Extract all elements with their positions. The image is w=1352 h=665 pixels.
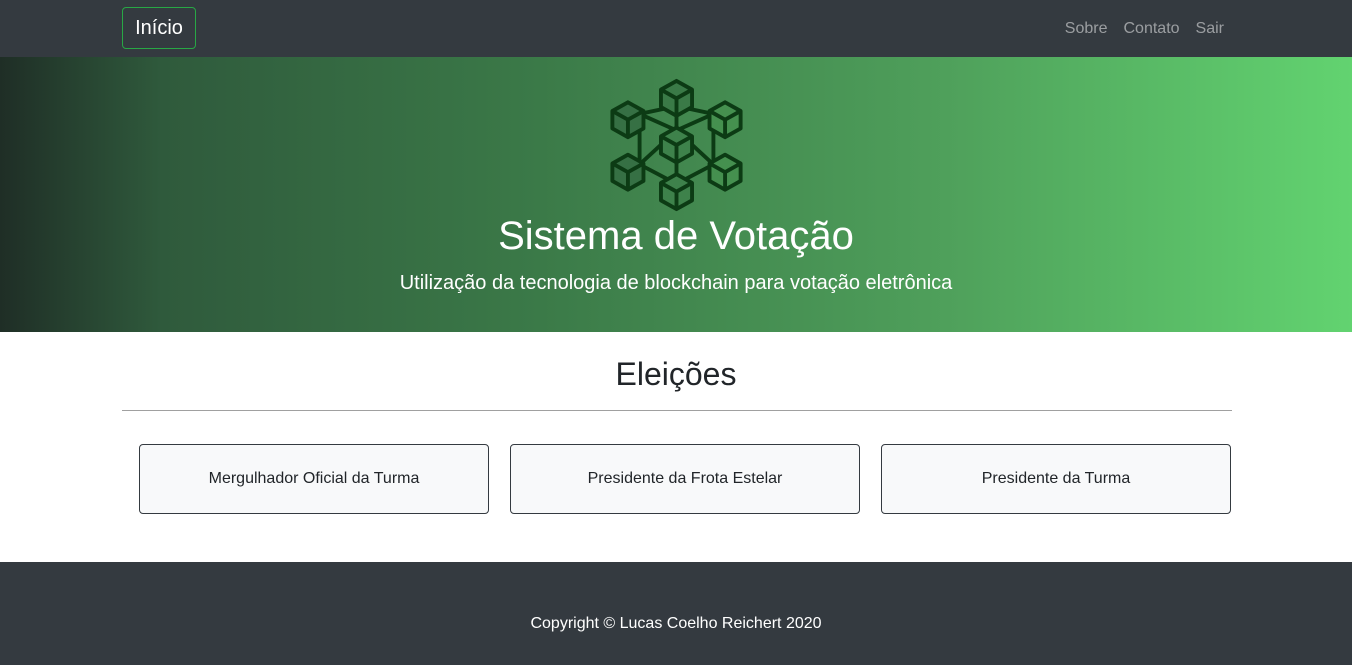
hero-title: Sistema de Votação xyxy=(498,214,854,258)
cube-top xyxy=(659,78,694,118)
cube-right-upper xyxy=(707,100,743,140)
blockchain-cubes-icon xyxy=(610,78,743,212)
hero-banner: Sistema de Votação Utilização da tecnolo… xyxy=(0,57,1352,332)
hero-subtitle: Utilização da tecnologia de blockchain p… xyxy=(399,272,953,294)
cube-center xyxy=(659,125,694,165)
nav-link-sobre[interactable]: Sobre xyxy=(1065,20,1108,38)
copyright-text: Copyright © Lucas Coelho Reichert 2020 xyxy=(530,615,822,632)
page-footer: Copyright © Lucas Coelho Reichert 2020 xyxy=(0,562,1352,665)
top-navbar: Início Sobre Contato Sair xyxy=(0,0,1352,57)
section-divider xyxy=(122,410,1232,411)
nav-link-sair[interactable]: Sair xyxy=(1196,20,1224,38)
election-card-frota-estelar[interactable]: Presidente da Frota Estelar xyxy=(510,444,860,514)
nav-link-contato[interactable]: Contato xyxy=(1124,20,1180,38)
elections-title: Eleições xyxy=(615,356,737,392)
nav-links: Sobre Contato Sair xyxy=(1049,0,1224,57)
cube-bottom xyxy=(659,172,694,212)
election-card-presidente-turma[interactable]: Presidente da Turma xyxy=(881,444,1231,514)
cube-left-upper xyxy=(610,100,646,140)
cube-left-lower xyxy=(610,152,646,192)
cube-right-lower xyxy=(707,152,743,192)
home-brand-button[interactable]: Início xyxy=(122,7,196,49)
election-card-mergulhador[interactable]: Mergulhador Oficial da Turma xyxy=(139,444,489,514)
